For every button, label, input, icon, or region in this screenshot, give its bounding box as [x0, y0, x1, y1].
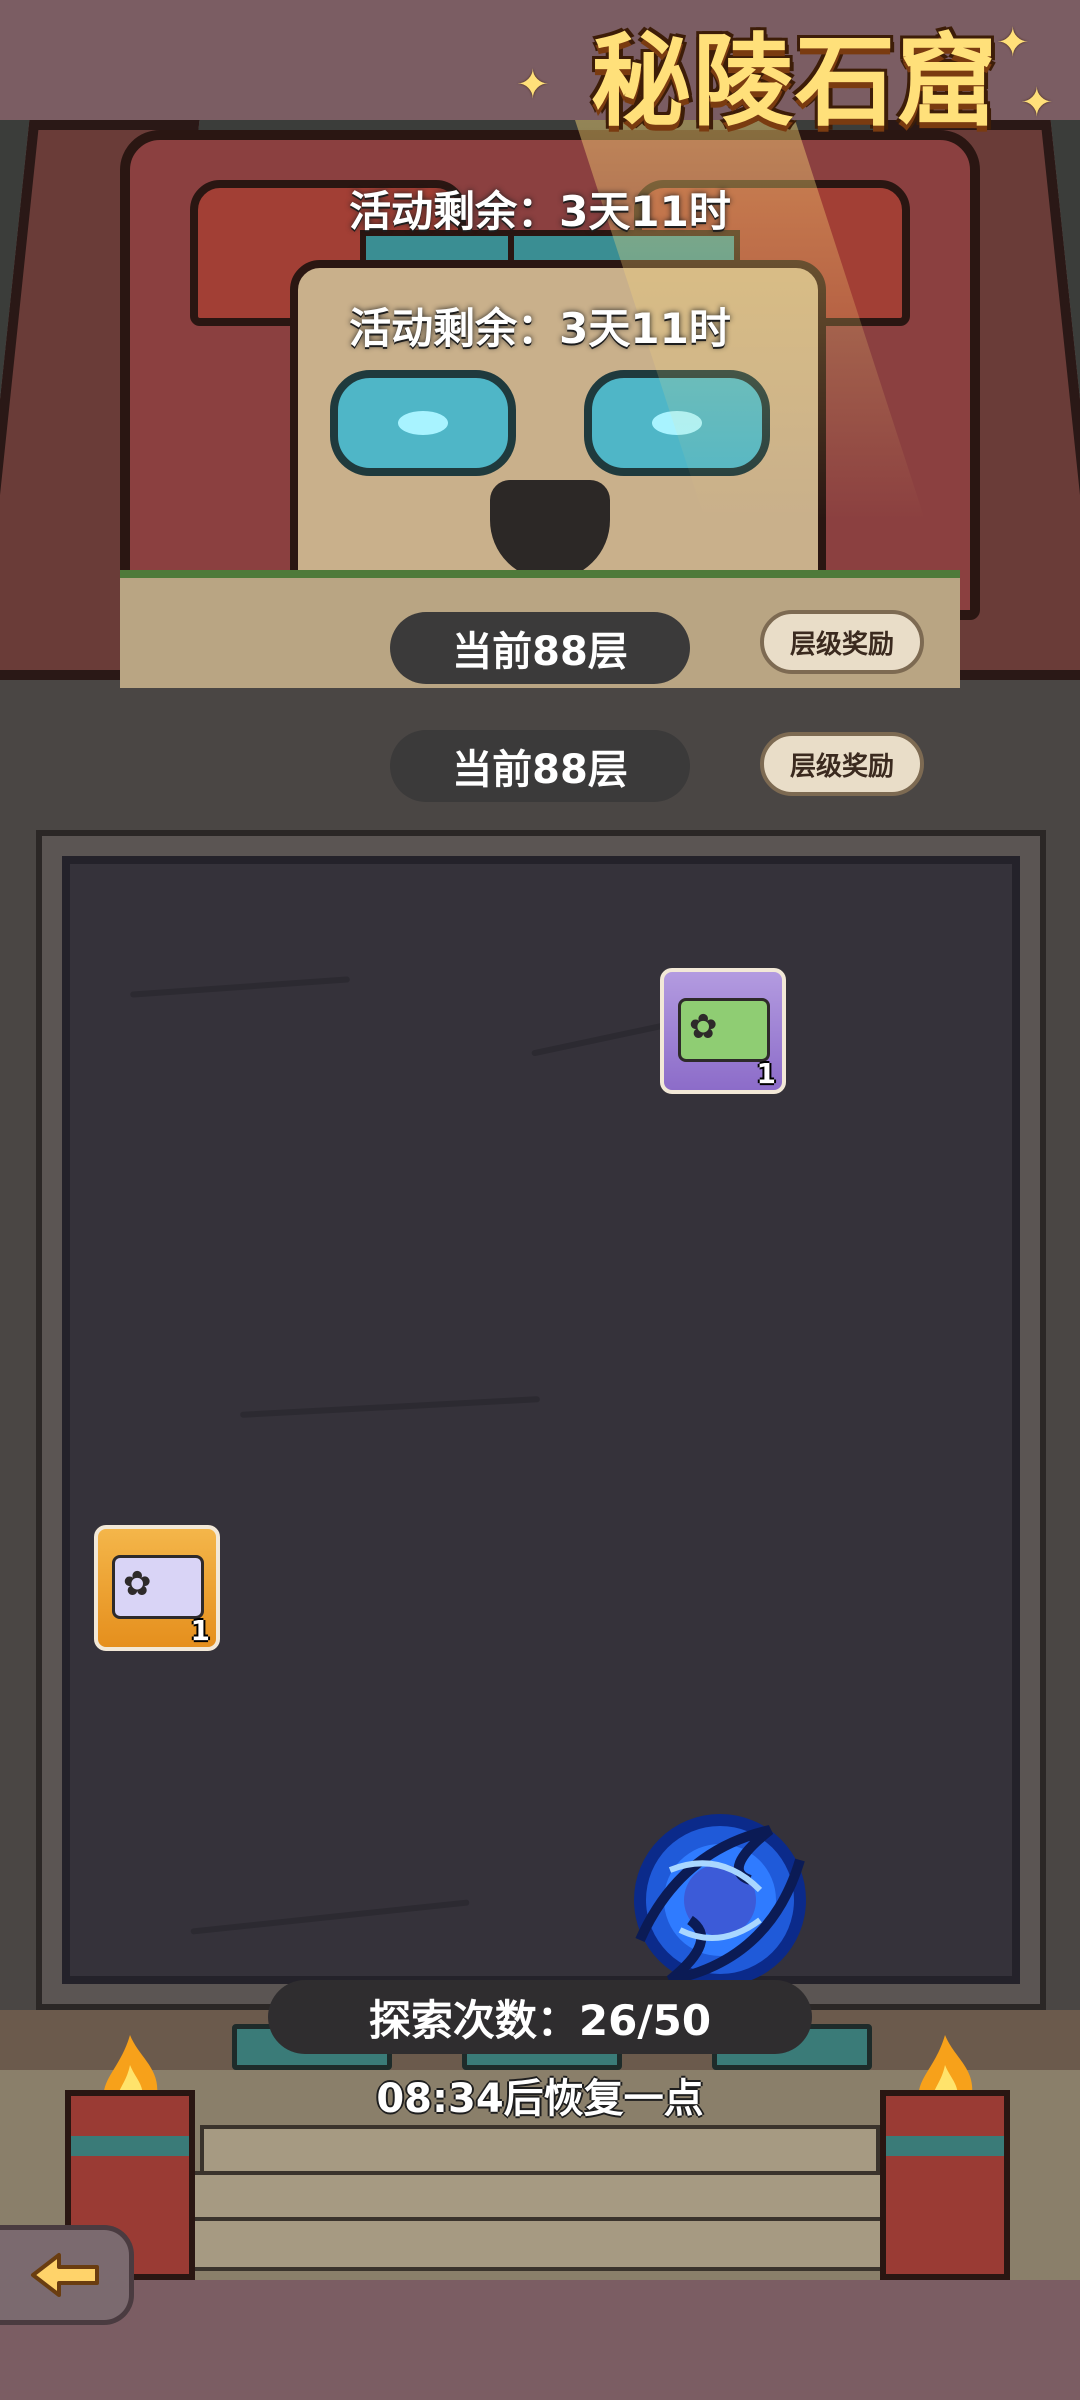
recover-timer: 08:34后恢复一点 [376, 2076, 704, 2122]
ticket-icon: ✿ [112, 1555, 204, 1619]
event-remaining-time-overlay: 活动剩余：3天11时 [349, 187, 731, 236]
portal-graphic [634, 1814, 806, 1986]
stone-steps [160, 2125, 920, 2275]
board-crack [190, 1899, 470, 1935]
item-count: 1 [190, 1614, 210, 1647]
board-crack [130, 976, 350, 998]
current-floor-pill: 当前88层 [390, 612, 690, 684]
arrow-left-icon [30, 2253, 99, 2297]
board-item-silver-ticket[interactable]: ✿ 1 [94, 1525, 220, 1651]
sparkle-icon: ✦ [516, 62, 550, 108]
step [160, 2217, 920, 2271]
bunny-icon: ✿ [689, 1007, 718, 1047]
sparkle-icon: ✦ [1020, 80, 1054, 126]
back-button[interactable] [0, 2225, 134, 2325]
floor-reward-button[interactable]: 层级奖励 [760, 732, 924, 796]
board-crack [240, 1396, 540, 1418]
item-count: 1 [756, 1057, 776, 1090]
bunny-icon: ✿ [123, 1564, 152, 1604]
guardian-eye-left [330, 370, 516, 476]
title-banner: 秘陵石窟 ✦ ✦ ✦ [516, 10, 1070, 140]
page-title: 秘陵石窟 [591, 22, 999, 140]
floor-reward-button-overlay[interactable]: 层级奖励 [760, 610, 924, 674]
current-floor-label: 当前88层 [390, 730, 690, 802]
sparkle-icon: ✦ [996, 20, 1030, 66]
exploration-board [36, 830, 1046, 2010]
vortex-portal-icon[interactable] [610, 1790, 830, 2010]
game-scene: 活动剩余：3天11时 当前88层 层级奖励 ✿ 1 ✿ 1 [0, 120, 1080, 2280]
board-item-green-ticket[interactable]: ✿ 1 [660, 968, 786, 1094]
board-surface [62, 856, 1020, 1984]
explore-count-pill: 探索次数：26/50 [268, 1980, 812, 2054]
ticket-icon: ✿ [678, 998, 770, 1062]
event-remaining-time: 活动剩余：3天11时 [349, 304, 731, 353]
bottom-band [0, 2280, 1080, 2400]
